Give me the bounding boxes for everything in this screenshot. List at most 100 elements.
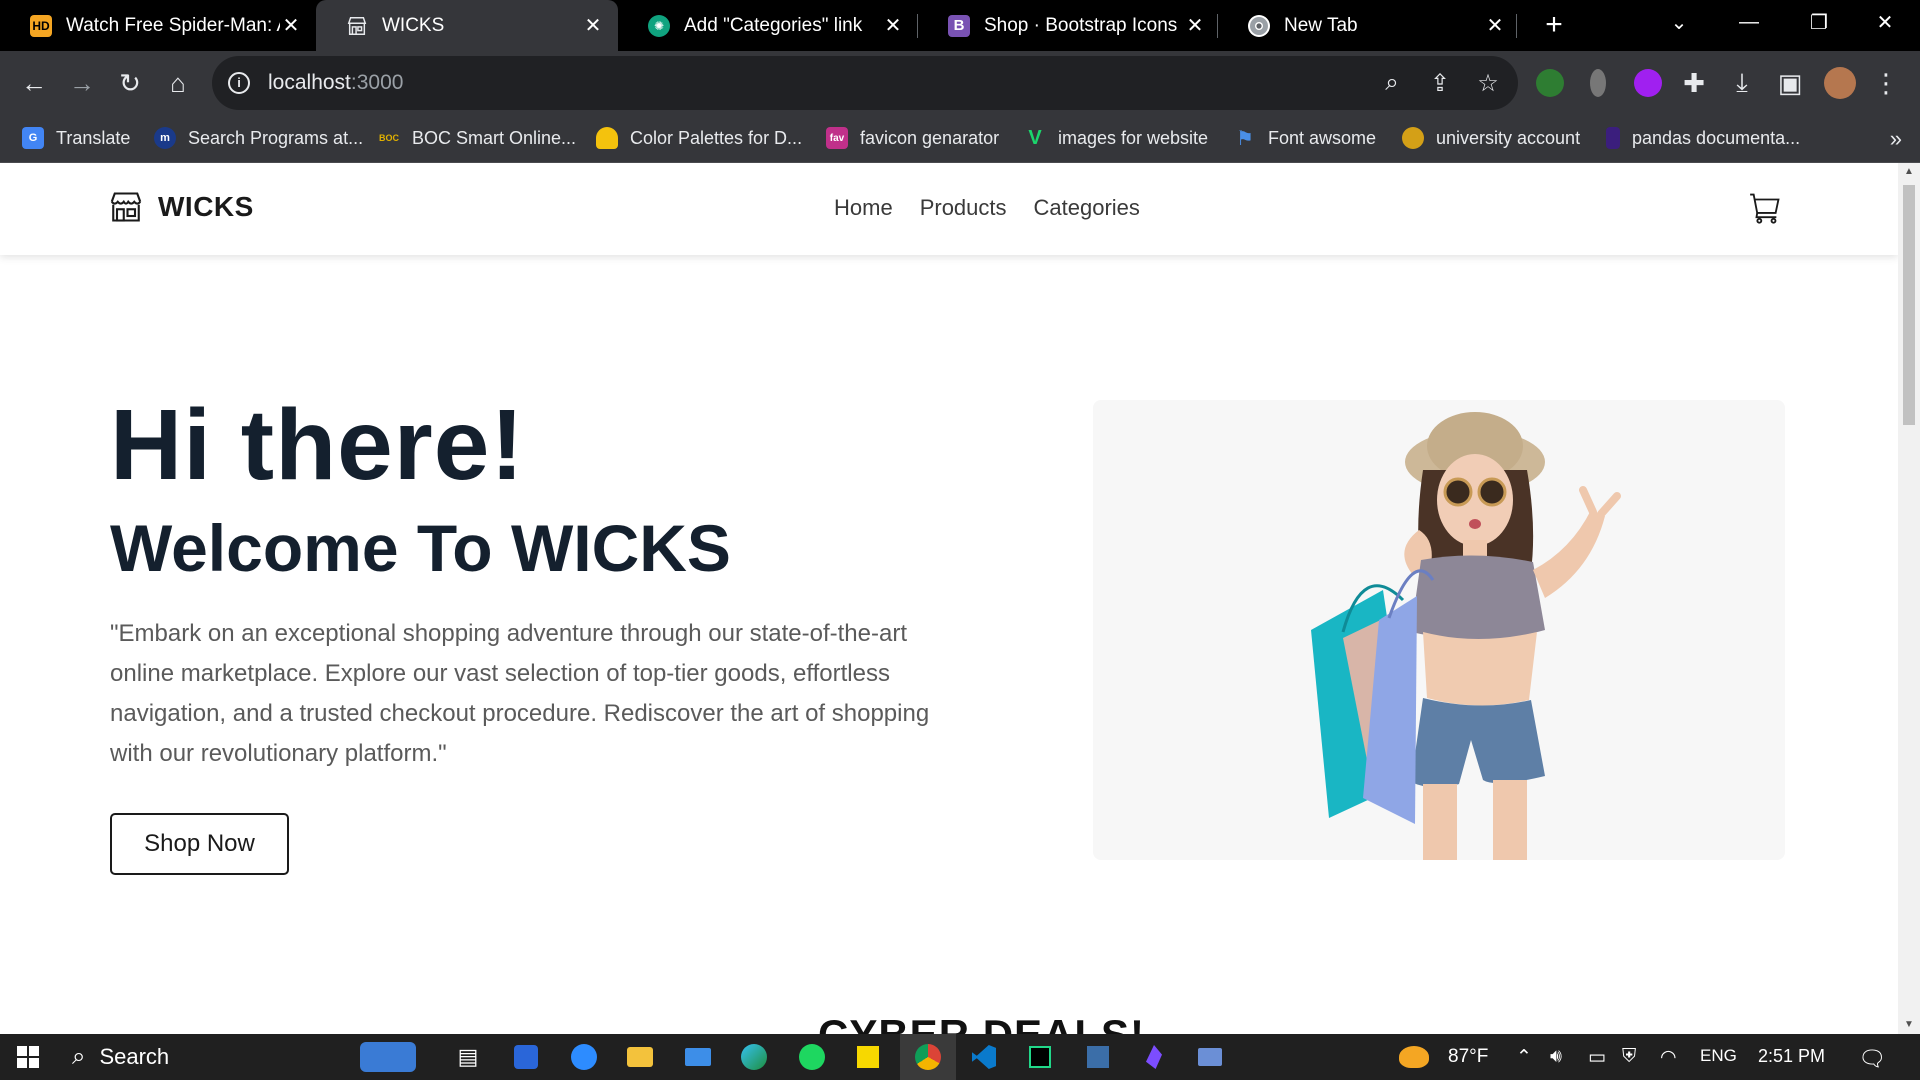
spotify-icon[interactable] [796,1041,828,1073]
bookmark-pandas[interactable]: pandas documenta... [1606,114,1800,162]
share-icon[interactable]: ⇪ [1424,67,1456,99]
tab-add-categories[interactable]: ✺ Add "Categories" link ✕ [618,0,918,51]
language-indicator[interactable]: ENG [1700,1046,1737,1066]
scrollbar-thumb[interactable] [1903,185,1915,425]
sql-tool-icon[interactable] [1082,1041,1114,1073]
bookmark-label: images for website [1058,127,1209,148]
hero-description: "Embark on an exceptional shopping adven… [110,620,930,767]
tab-spiderman[interactable]: HD Watch Free Spider-Man: A ✕ [0,0,316,51]
bookmark-label: BOC Smart Online... [412,127,577,148]
tab-title: Shop · Bootstrap Icons [984,14,1178,36]
download-icon[interactable]: ⤓ [1722,63,1762,103]
zoom-app-icon[interactable] [568,1041,600,1073]
nav-link-products[interactable]: Products [920,195,1007,221]
bookmark-translate[interactable]: G Translate [22,114,130,162]
minimize-button[interactable]: — [1714,0,1784,44]
vecteezy-icon: V [1028,126,1042,149]
bookmark-star-icon[interactable]: ☆ [1472,67,1504,99]
pycharm-icon[interactable] [1024,1041,1056,1073]
url-text[interactable]: localhost:3000 [268,71,403,95]
notifications-icon[interactable]: 🗨︎ [1858,1046,1886,1072]
flag-icon: ⚑ [1236,127,1254,150]
tab-wicks[interactable]: WICKS ✕ [316,0,618,51]
bookmark-font-awesome[interactable]: ⚑ Font awsome [1234,114,1376,162]
vscode-icon[interactable] [968,1041,1000,1073]
side-panel-icon[interactable]: ▣ [1770,63,1810,103]
back-arrow-icon[interactable]: ← [14,63,54,103]
tab-new-tab[interactable]: New Tab ✕ [1218,0,1520,51]
bookmark-favicon-generator[interactable]: fav favicon genarator [826,114,999,162]
volume-icon[interactable]: 🔊︎ [1550,1046,1562,1068]
search-highlight-icon[interactable] [356,1041,420,1073]
profile-avatar[interactable] [1824,67,1856,99]
browser-toolbar: ← → ↻ ⌂ i localhost:3000 ⌕ ⇪ ☆ ✚ ⤓ ▣ ⋮ [0,51,1920,114]
clock-time[interactable]: 2:51 PM [1758,1046,1825,1067]
brand-name: WICKS [158,191,254,222]
remote-desktop-icon[interactable] [1194,1041,1226,1073]
restore-button[interactable]: ❐ [1784,0,1854,44]
nav-link-categories[interactable]: Categories [1034,195,1140,221]
bookmark-color-palettes[interactable]: Color Palettes for D... [596,114,802,162]
tray-chevron-up-icon[interactable]: ⌃ [1516,1046,1532,1069]
site-navbar: WICKS Home Products Categories [0,163,1898,255]
web-page: WICKS Home Products Categories Hi there!… [0,163,1898,1034]
university-icon: m [154,127,176,149]
hero-subtitle: Welcome To WICKS [110,511,731,585]
bookmark-university-account[interactable]: university account [1402,114,1580,162]
pandas-icon [1606,127,1620,149]
edge-browser-icon[interactable] [738,1041,770,1073]
obsidian-icon[interactable] [1138,1041,1170,1073]
wifi-icon[interactable]: ◠ [1660,1046,1677,1069]
google-translate-icon: G [22,127,44,149]
tab-close-icon[interactable]: ✕ [1184,13,1206,38]
address-bar[interactable]: i localhost:3000 ⌕ ⇪ ☆ [212,56,1518,110]
cart-icon[interactable] [1748,191,1782,225]
more-bookmarks-chevron-icon[interactable]: » [1890,126,1902,152]
extension-icon[interactable] [1590,69,1606,97]
mail-icon[interactable] [682,1041,714,1073]
file-explorer-icon[interactable] [624,1041,656,1073]
chrome-taskbar-icon[interactable] [900,1034,956,1080]
scroll-up-arrow-icon[interactable]: ▲ [1898,163,1920,181]
waves-app-icon[interactable] [510,1041,542,1073]
hero-illustration [1311,412,1621,860]
shop-favicon-icon [346,15,368,37]
tab-close-icon[interactable]: ✕ [882,13,904,38]
bookmark-images[interactable]: V images for website [1024,114,1208,162]
tab-close-icon[interactable]: ✕ [1484,13,1506,38]
home-icon[interactable]: ⌂ [158,63,198,103]
weather-cloud-icon[interactable] [1398,1041,1430,1073]
zoom-icon[interactable]: ⌕ [1376,67,1408,99]
task-view-icon[interactable]: ▤ [452,1041,484,1073]
weather-temperature[interactable]: 87°F [1448,1046,1488,1068]
tab-close-icon[interactable]: ✕ [582,13,604,38]
tab-search-chevron-icon[interactable]: ⌄ [1644,0,1714,44]
tab-close-icon[interactable]: ✕ [280,13,302,38]
extensions-puzzle-icon[interactable]: ✚ [1674,63,1714,103]
brand-logo[interactable]: WICKS [108,189,254,225]
tab-bootstrap-icons[interactable]: B Shop · Bootstrap Icons ✕ [918,0,1220,51]
sticky-notes-icon[interactable] [852,1041,884,1073]
battery-icon[interactable]: ▭ [1588,1046,1606,1069]
reload-icon[interactable]: ↻ [110,63,150,103]
security-shield-icon[interactable]: ⛨ [1622,1046,1636,1068]
windows-start-icon[interactable] [12,1041,44,1073]
tree-extension-icon[interactable] [1536,69,1564,97]
forward-arrow-icon[interactable]: → [62,63,102,103]
scroll-down-arrow-icon[interactable]: ▼ [1898,1016,1920,1034]
site-info-icon[interactable]: i [228,72,250,94]
bookmark-search-programs[interactable]: m Search Programs at... [154,114,363,162]
bookmark-boc[interactable]: BOC BOC Smart Online... [378,114,576,162]
tab-separator [1516,14,1517,38]
university-seal-icon [1402,127,1424,149]
bootstrap-favicon-icon: B [948,14,970,37]
shop-icon [110,192,142,222]
nav-link-home[interactable]: Home [834,195,893,221]
taskbar-search[interactable]: ⌕ Search [60,1037,340,1077]
browser-menu-icon[interactable]: ⋮ [1866,63,1906,103]
shop-now-button[interactable]: Shop Now [110,813,289,875]
new-tab-button[interactable]: + [1536,8,1572,44]
purple-extension-icon[interactable] [1634,69,1662,97]
close-window-button[interactable]: ✕ [1850,0,1920,44]
page-scrollbar[interactable]: ▲ ▼ [1898,163,1920,1034]
